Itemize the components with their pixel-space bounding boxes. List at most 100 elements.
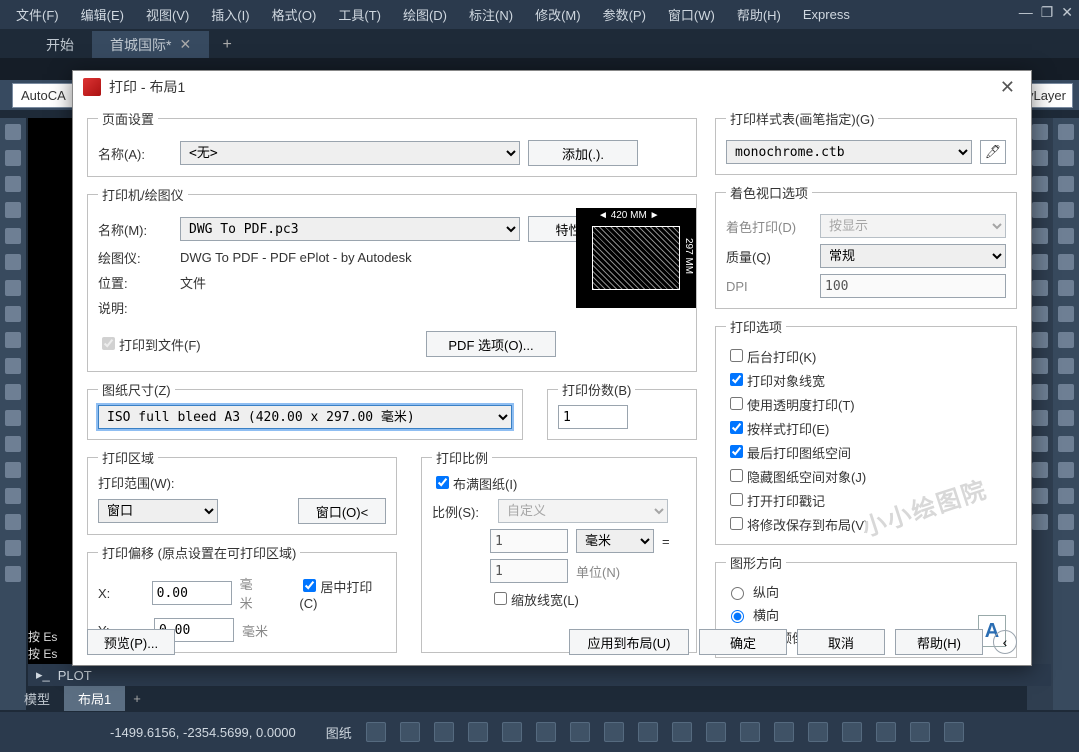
tool-icon[interactable] (5, 514, 21, 530)
tool-icon[interactable] (1032, 306, 1048, 322)
offset-x-input[interactable] (152, 581, 232, 605)
dialog-titlebar[interactable]: 打印 - 布局1 ✕ (73, 71, 1031, 103)
menu-bar[interactable]: 文件(F) 编辑(E) 视图(V) 插入(I) 格式(O) 工具(T) 绘图(D… (0, 0, 1079, 29)
menu-format[interactable]: 格式(O) (272, 5, 317, 24)
plot-range-select[interactable]: 窗口 (98, 499, 218, 523)
menu-view[interactable]: 视图(V) (146, 5, 189, 24)
menu-file[interactable]: 文件(F) (16, 5, 59, 24)
menu-modify[interactable]: 修改(M) (535, 5, 581, 24)
tool-icon[interactable] (1032, 150, 1048, 166)
tool-icon[interactable] (1058, 436, 1074, 452)
tool-icon[interactable] (5, 488, 21, 504)
menu-edit[interactable]: 编辑(E) (81, 5, 124, 24)
tool-icon[interactable] (1032, 280, 1048, 296)
tool-icon[interactable] (5, 566, 21, 582)
layout-tab-layout1[interactable]: 布局1 (64, 686, 125, 711)
tool-icon[interactable] (5, 228, 21, 244)
plot-to-file-checkbox[interactable]: 打印到文件(F) (98, 334, 201, 354)
tool-icon[interactable] (1058, 358, 1074, 374)
plot-option-checkbox[interactable]: 使用透明度打印(T) (726, 394, 1006, 414)
dialog-close-button[interactable]: ✕ (994, 77, 1021, 98)
copies-input[interactable] (558, 405, 628, 429)
tool-icon[interactable] (1058, 540, 1074, 556)
tool-icon[interactable] (1058, 280, 1074, 296)
status-icon[interactable] (876, 722, 896, 742)
tool-icon[interactable] (1058, 306, 1074, 322)
portrait-radio[interactable] (731, 587, 744, 600)
paper-size-select[interactable]: ISO full bleed A3 (420.00 x 297.00 毫米) (98, 405, 512, 429)
status-icon[interactable] (672, 722, 692, 742)
tool-icon[interactable] (5, 176, 21, 192)
window-restore-icon[interactable]: ❐ (1041, 4, 1054, 21)
tool-icon[interactable] (5, 358, 21, 374)
tool-icon[interactable] (1058, 514, 1074, 530)
menu-param[interactable]: 参数(P) (603, 5, 646, 24)
window-select-button[interactable]: 窗口(O)< (298, 498, 386, 524)
scale-unit-select[interactable]: 毫米 (576, 529, 654, 553)
tool-icon[interactable] (5, 332, 21, 348)
status-icon[interactable] (706, 722, 726, 742)
ribbon-tab[interactable]: AutoCA (12, 83, 75, 108)
status-icon[interactable] (502, 722, 522, 742)
plot-option-checkbox[interactable]: 最后打印图纸空间 (726, 442, 1006, 462)
status-icon[interactable] (400, 722, 420, 742)
tool-icon[interactable] (5, 202, 21, 218)
status-icon[interactable] (842, 722, 862, 742)
tool-icon[interactable] (1058, 462, 1074, 478)
status-icon[interactable] (570, 722, 590, 742)
tool-icon[interactable] (1058, 124, 1074, 140)
tool-icon[interactable] (1058, 566, 1074, 582)
tool-icon[interactable] (5, 540, 21, 556)
status-icon[interactable] (434, 722, 454, 742)
add-page-setup-button[interactable]: 添加(.). (528, 140, 638, 166)
window-min-icon[interactable]: — (1019, 4, 1033, 21)
tool-icon[interactable] (1032, 358, 1048, 374)
quality-select[interactable]: 常规 (820, 244, 1006, 268)
status-icon[interactable] (638, 722, 658, 742)
status-icon[interactable] (604, 722, 624, 742)
status-icon[interactable] (774, 722, 794, 742)
tool-icon[interactable] (1058, 488, 1074, 504)
tool-icon[interactable] (1032, 384, 1048, 400)
menu-draw[interactable]: 绘图(D) (403, 5, 447, 24)
plot-style-edit-button[interactable]: 🖊 (980, 140, 1006, 164)
right-toolbar-1[interactable] (1053, 118, 1079, 710)
status-icon[interactable] (740, 722, 760, 742)
apply-to-layout-button[interactable]: 应用到布局(U) (569, 629, 689, 655)
plot-style-select[interactable]: monochrome.ctb (726, 140, 972, 164)
tool-icon[interactable] (1058, 202, 1074, 218)
status-icon[interactable] (808, 722, 828, 742)
cancel-button[interactable]: 取消 (797, 629, 885, 655)
menu-insert[interactable]: 插入(I) (211, 5, 249, 24)
layout-tab-model[interactable]: 模型 (10, 686, 64, 711)
tool-icon[interactable] (1058, 410, 1074, 426)
tool-icon[interactable] (5, 254, 21, 270)
tool-icon[interactable] (1032, 124, 1048, 140)
tool-icon[interactable] (1032, 228, 1048, 244)
tool-icon[interactable] (1032, 514, 1048, 530)
menu-window[interactable]: 窗口(W) (668, 5, 715, 24)
menu-express[interactable]: Express (803, 7, 850, 22)
menu-dim[interactable]: 标注(N) (469, 5, 513, 24)
ok-button[interactable]: 确定 (699, 629, 787, 655)
tool-icon[interactable] (5, 124, 21, 140)
tool-icon[interactable] (1032, 202, 1048, 218)
status-icon[interactable] (536, 722, 556, 742)
menu-help[interactable]: 帮助(H) (737, 5, 781, 24)
tool-icon[interactable] (5, 150, 21, 166)
help-button[interactable]: 帮助(H) (895, 629, 983, 655)
tool-icon[interactable] (5, 436, 21, 452)
status-icon[interactable] (468, 722, 488, 742)
add-layout-button[interactable]: + (125, 691, 149, 706)
plot-option-checkbox[interactable]: 后台打印(K) (726, 346, 1006, 366)
printer-name-select[interactable]: DWG To PDF.pc3 (180, 217, 520, 241)
tool-icon[interactable] (1058, 228, 1074, 244)
left-toolbar[interactable] (0, 118, 26, 710)
center-plot-checkbox[interactable]: 居中打印(C) (299, 576, 386, 611)
tool-icon[interactable] (1032, 436, 1048, 452)
tool-icon[interactable] (1032, 332, 1048, 348)
tool-icon[interactable] (1032, 488, 1048, 504)
menu-tools[interactable]: 工具(T) (338, 5, 381, 24)
tool-icon[interactable] (5, 410, 21, 426)
pdf-options-button[interactable]: PDF 选项(O)... (426, 331, 556, 357)
